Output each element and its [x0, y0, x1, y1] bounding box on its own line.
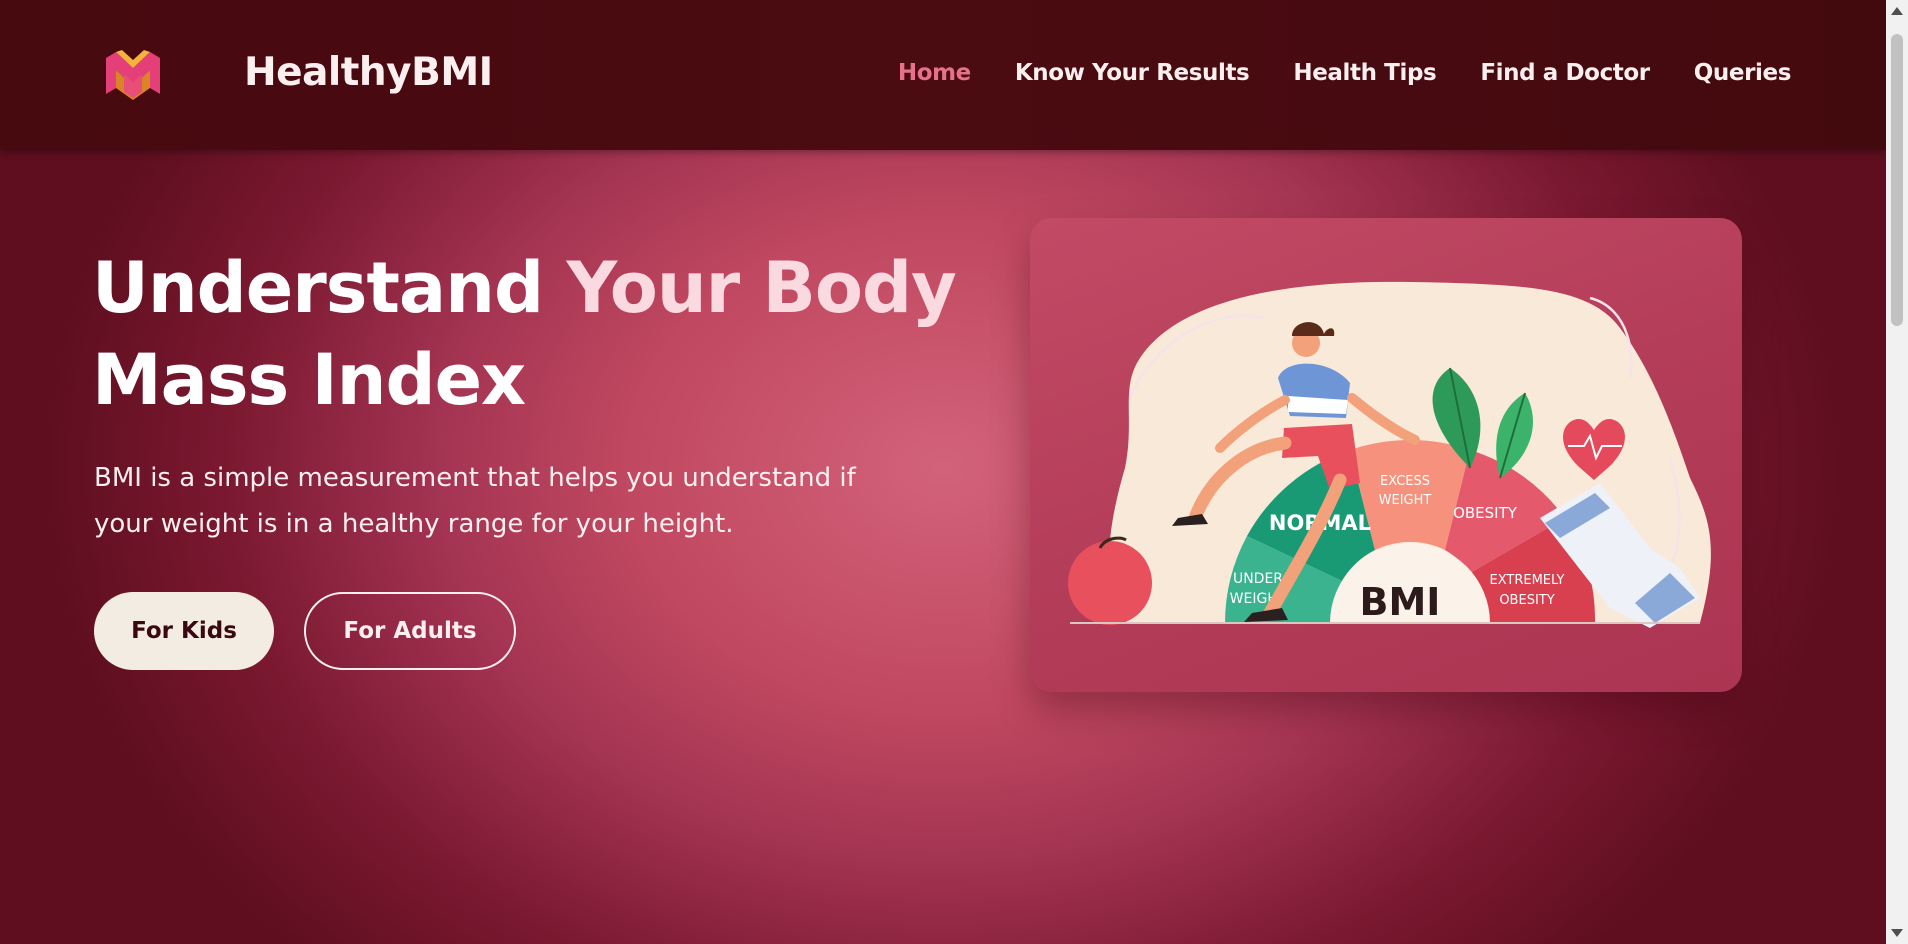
healthybmi-logo-icon[interactable] — [102, 48, 164, 100]
hero-title-part3: Mass Index — [92, 339, 526, 421]
label-under-1: UNDER — [1233, 571, 1283, 587]
hero-description: BMI is a simple measurement that helps y… — [94, 463, 856, 539]
bmi-illustration-card: UNDER WEIGHT NORMAL EXCESS WEIGHT OBESIT… — [1030, 218, 1742, 692]
page: HealthyBMI Home Know Your Results Health… — [0, 0, 1886, 944]
hero-title-accent: Your Body — [566, 247, 956, 329]
nav-queries[interactable]: Queries — [1694, 60, 1792, 86]
scrollbar-thumb[interactable] — [1891, 34, 1903, 326]
label-bmi: BMI — [1360, 580, 1441, 624]
nav-know-your-results[interactable]: Know Your Results — [1015, 60, 1250, 86]
label-excess-1: EXCESS — [1380, 474, 1430, 489]
site-header: HealthyBMI Home Know Your Results Health… — [0, 0, 1886, 150]
nav-home[interactable]: Home — [898, 60, 971, 86]
hero-title: Understand Your Body Mass Index — [92, 242, 992, 426]
label-extreme-2: OBESITY — [1499, 593, 1554, 608]
nav-health-tips[interactable]: Health Tips — [1293, 60, 1436, 86]
for-kids-button[interactable]: For Kids — [94, 592, 274, 670]
label-excess-2: WEIGHT — [1379, 493, 1432, 508]
brand-name[interactable]: HealthyBMI — [244, 50, 493, 95]
label-obesity: OBESITY — [1453, 504, 1518, 522]
hero-title-part1: Understand — [92, 247, 544, 329]
main-nav: Home Know Your Results Health Tips Find … — [898, 60, 1792, 86]
bmi-illustration: UNDER WEIGHT NORMAL EXCESS WEIGHT OBESIT… — [1068, 281, 1711, 628]
vertical-scrollbar[interactable] — [1886, 0, 1908, 944]
label-extreme-1: EXTREMELY — [1490, 573, 1565, 588]
hero-section: Understand Your Body Mass Index BMI is a… — [0, 150, 1886, 944]
scroll-up-arrow-icon[interactable] — [1891, 7, 1903, 15]
scroll-down-arrow-icon[interactable] — [1891, 929, 1903, 937]
nav-find-a-doctor[interactable]: Find a Doctor — [1480, 60, 1650, 86]
for-adults-button[interactable]: For Adults — [304, 592, 516, 670]
